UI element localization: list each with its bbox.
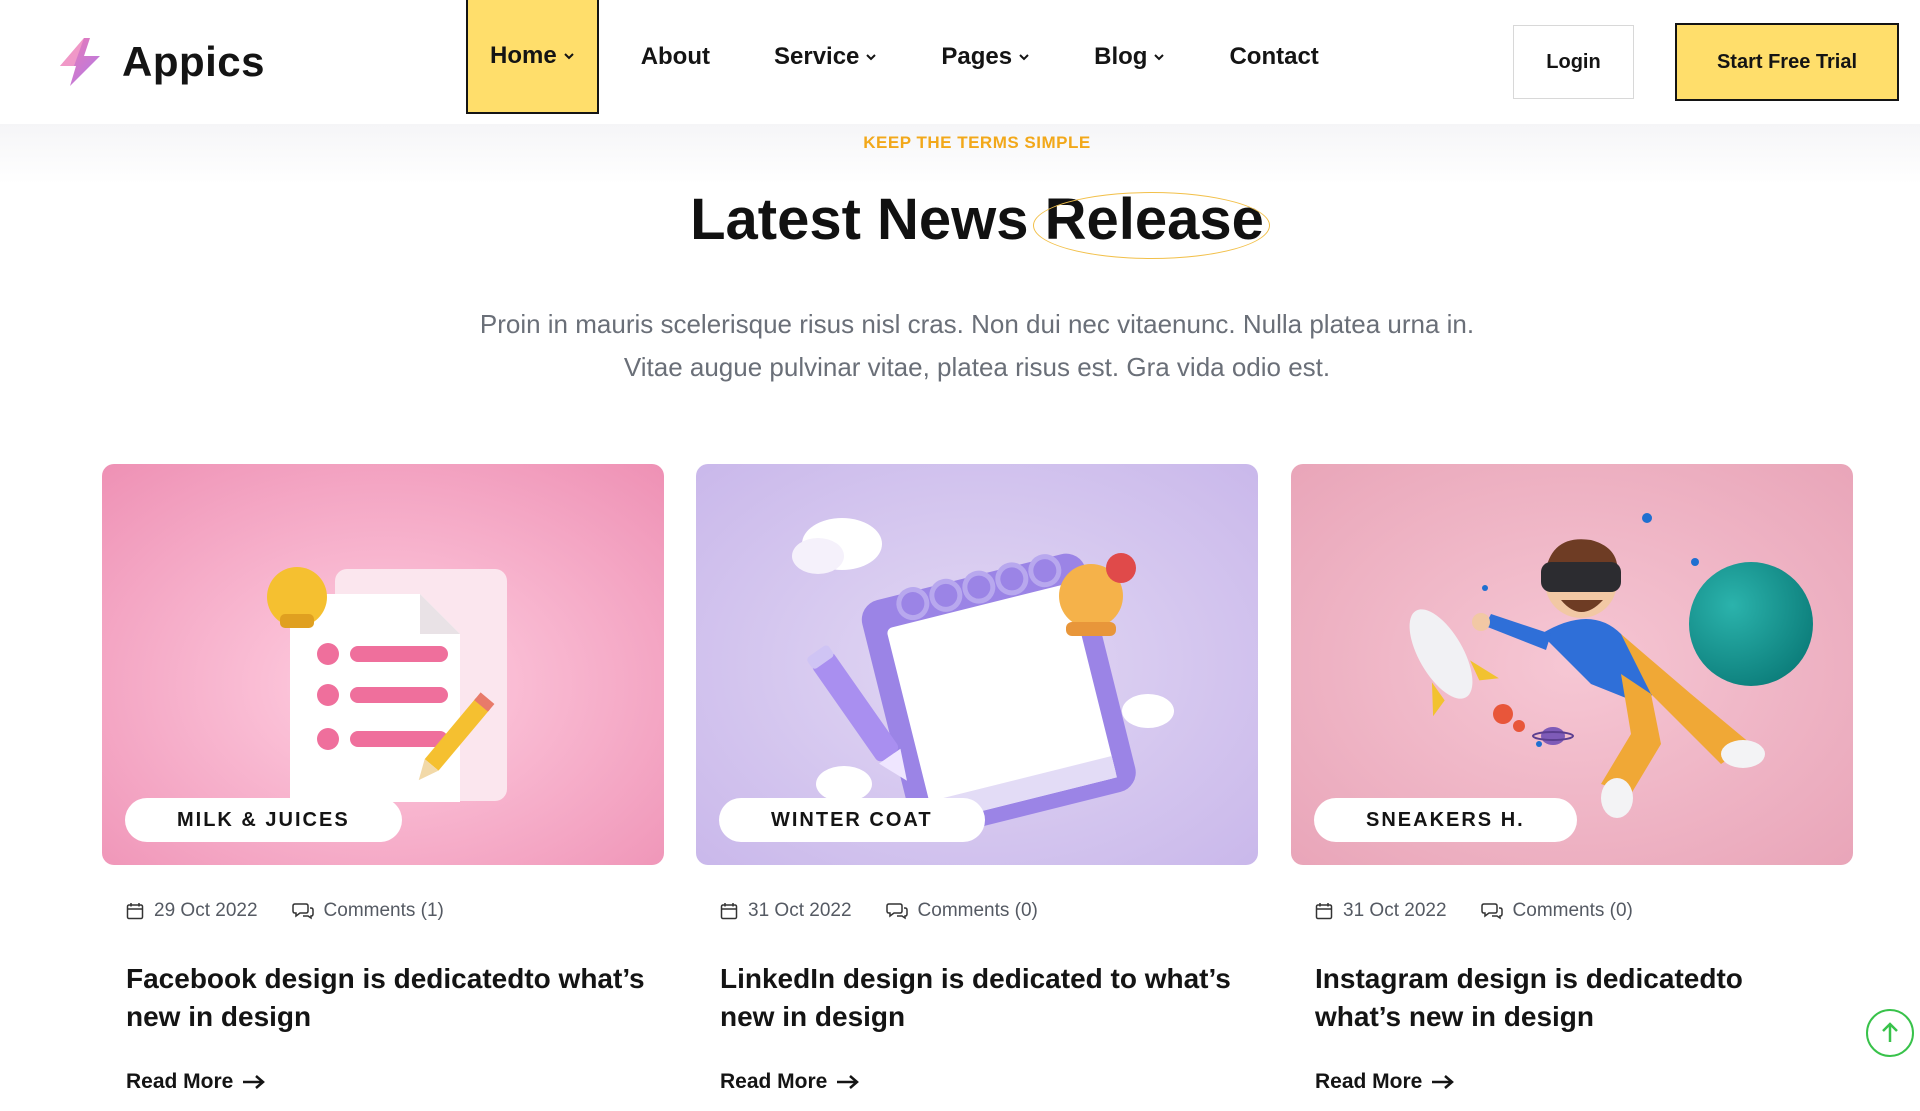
chevron-down-icon xyxy=(563,53,574,60)
site-header: Appics Home About Service Pages Blog Con… xyxy=(0,0,1920,124)
read-more-link[interactable]: Read More xyxy=(126,1070,266,1094)
subtitle-line: Proin in mauris scelerisque risus nisl c… xyxy=(479,309,1475,339)
section-title: Latest News Release xyxy=(0,186,1920,259)
chevron-down-icon xyxy=(1019,54,1029,61)
comments-icon xyxy=(1480,903,1503,920)
chevron-down-icon xyxy=(866,54,877,61)
post-meta: 31 Oct 2022 Comments (0) xyxy=(720,900,1038,922)
read-more-label: Read More xyxy=(720,1070,828,1093)
post-comments[interactable]: Comments (1) xyxy=(324,900,444,922)
section-subtitle: Proin in mauris scelerisque risus nisl c… xyxy=(0,303,1920,389)
post-meta: 29 Oct 2022 Comments (1) xyxy=(126,900,444,922)
nav-item-label: Contact xyxy=(1229,43,1319,70)
calendar-icon xyxy=(720,903,738,920)
nav-item-label: Blog xyxy=(1094,43,1148,70)
subtitle-line: Vitae augue pulvinar vitae, platea risus… xyxy=(623,352,1331,382)
lightning-logo-icon xyxy=(60,38,100,86)
news-card: WINTER COAT 31 Oct 2022 Comments (0) Lin… xyxy=(696,464,1258,1093)
category-tag[interactable]: SNEAKERS H. xyxy=(1314,798,1577,842)
calendar-icon xyxy=(126,903,144,920)
arrow-right-icon xyxy=(1432,1075,1455,1089)
calendar-icon xyxy=(1315,903,1333,920)
section-title-highlight: Release xyxy=(1032,187,1271,259)
nav-item-label: Service xyxy=(774,43,860,70)
read-more-label: Read More xyxy=(1315,1070,1423,1093)
nav-item-about[interactable]: About xyxy=(619,0,732,114)
arrow-right-icon xyxy=(837,1075,860,1089)
category-tag[interactable]: WINTER COAT xyxy=(719,798,985,842)
nav-item-contact[interactable]: Contact xyxy=(1207,0,1340,114)
post-comments[interactable]: Comments (0) xyxy=(1513,900,1633,922)
start-free-trial-button[interactable]: Start Free Trial xyxy=(1675,23,1899,101)
post-comments[interactable]: Comments (0) xyxy=(918,900,1038,922)
post-title[interactable]: Instagram design is dedicatedto what’s n… xyxy=(1315,960,1835,1036)
arrow-right-icon xyxy=(243,1075,266,1089)
post-meta: 31 Oct 2022 Comments (0) xyxy=(1315,900,1633,922)
nav-item-label: Pages xyxy=(941,43,1013,70)
news-card-image[interactable]: WINTER COAT xyxy=(696,464,1258,865)
brand-logo[interactable]: Appics xyxy=(54,36,265,88)
brand-name: Appics xyxy=(122,38,266,85)
read-more-link[interactable]: Read More xyxy=(1315,1070,1455,1094)
read-more-label: Read More xyxy=(126,1070,234,1093)
comments-icon xyxy=(885,903,908,920)
news-card: SNEAKERS H. 31 Oct 2022 Comments (0) Ins… xyxy=(1291,464,1853,1093)
news-card: MILK & JUICES 29 Oct 2022 Comments (1) F… xyxy=(102,464,664,1093)
section-title-main: Latest News xyxy=(690,187,1045,252)
arrow-up-icon xyxy=(1882,1022,1898,1042)
post-title[interactable]: LinkedIn design is dedicated to what’s n… xyxy=(720,960,1240,1036)
nav-item-blog[interactable]: Blog xyxy=(1072,0,1187,114)
login-button[interactable]: Login xyxy=(1513,25,1634,99)
nav-item-service[interactable]: Service xyxy=(752,0,899,114)
nav-item-label: Home xyxy=(490,42,557,69)
nav-item-pages[interactable]: Pages xyxy=(919,0,1052,114)
news-card-image[interactable]: SNEAKERS H. xyxy=(1291,464,1853,865)
section-eyebrow: KEEP THE TERMS SIMPLE xyxy=(863,133,1091,152)
scroll-to-top-button[interactable] xyxy=(1866,1009,1914,1057)
chevron-down-icon xyxy=(1154,54,1165,61)
post-date: 31 Oct 2022 xyxy=(1343,900,1447,921)
post-date: 31 Oct 2022 xyxy=(748,900,852,921)
news-card-image[interactable]: MILK & JUICES xyxy=(102,464,664,865)
read-more-link[interactable]: Read More xyxy=(720,1070,860,1094)
post-date: 29 Oct 2022 xyxy=(154,900,258,921)
post-title[interactable]: Facebook design is dedicatedto what’s ne… xyxy=(126,960,646,1036)
comments-icon xyxy=(291,903,314,920)
nav-item-home[interactable]: Home xyxy=(466,0,599,114)
nav-item-label: About xyxy=(640,43,710,70)
category-tag[interactable]: MILK & JUICES xyxy=(125,798,402,842)
main-nav: Home About Service Pages Blog Contact xyxy=(466,0,1361,114)
